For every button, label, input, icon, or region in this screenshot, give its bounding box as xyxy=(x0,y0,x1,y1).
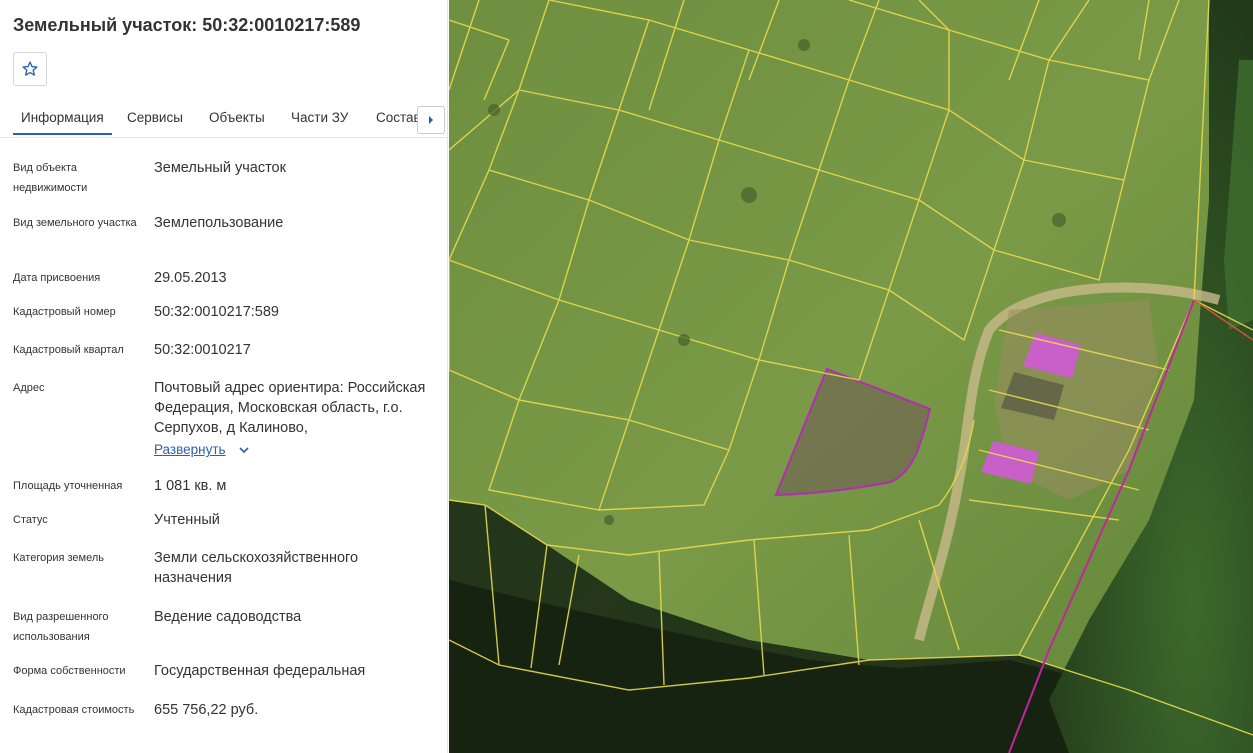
field-label: Кадастровый квартал xyxy=(13,344,124,356)
caret-right-icon xyxy=(429,116,433,124)
expand-row: Развернуть xyxy=(154,440,426,460)
expand-link[interactable]: Развернуть xyxy=(154,442,226,457)
field-label: Форма собственности xyxy=(13,665,126,677)
field-value: 29.05.2013 xyxy=(154,270,227,286)
field-value: Почтовый адрес ориентира: Российская Фед… xyxy=(154,380,426,436)
field-label: Кадастровая стоимость xyxy=(13,704,135,716)
field-value: Земли сельскохозяйственного назначения xyxy=(154,550,359,586)
field-value: 50:32:0010217:589 xyxy=(154,304,279,320)
field-value: Землепользование xyxy=(154,215,284,231)
field-label: Площадь уточненная xyxy=(13,480,123,492)
field-label: Дата присвоения xyxy=(13,272,101,284)
field-value: Учтенный xyxy=(154,512,220,528)
field-label: Вид объекта недвижимости xyxy=(13,162,88,194)
favorite-button[interactable] xyxy=(13,52,47,86)
field-label: Категория земель xyxy=(13,552,104,564)
tab-composition[interactable]: Состав xyxy=(376,110,421,125)
field-label: Статус xyxy=(13,514,48,526)
tabs-next-button[interactable] xyxy=(417,106,445,134)
tab-parts[interactable]: Части ЗУ xyxy=(291,110,348,125)
page-title: Земельный участок: 50:32:0010217:589 xyxy=(13,15,361,35)
tab-information[interactable]: Информация xyxy=(13,110,112,135)
tab-objects[interactable]: Объекты xyxy=(209,110,265,125)
field-value-wrap: Почтовый адрес ориентира: Российская Фед… xyxy=(154,378,426,460)
field-value: 655 756,22 руб. xyxy=(154,702,259,718)
field-value: 50:32:0010217 xyxy=(154,342,251,358)
cadastral-map[interactable] xyxy=(449,0,1253,753)
field-label: Вид разрешенного использования xyxy=(13,611,109,643)
star-outline-icon xyxy=(22,61,38,76)
field-label: Адрес xyxy=(13,382,45,394)
info-panel: Земельный участок: 50:32:0010217:589 Инф… xyxy=(0,0,448,753)
field-label: Кадастровый номер xyxy=(13,306,116,318)
field-label: Вид земельного участка xyxy=(13,217,137,229)
tab-bar: Информация Сервисы Объекты Части ЗУ Сост… xyxy=(0,100,447,138)
field-value: 1 081 кв. м xyxy=(154,478,227,494)
chevron-down-icon[interactable] xyxy=(238,445,250,455)
field-value: Государственная федеральная xyxy=(154,663,366,679)
field-value: Земельный участок xyxy=(154,160,286,176)
tab-services[interactable]: Сервисы xyxy=(127,110,183,125)
field-value: Ведение садоводства xyxy=(154,609,302,625)
